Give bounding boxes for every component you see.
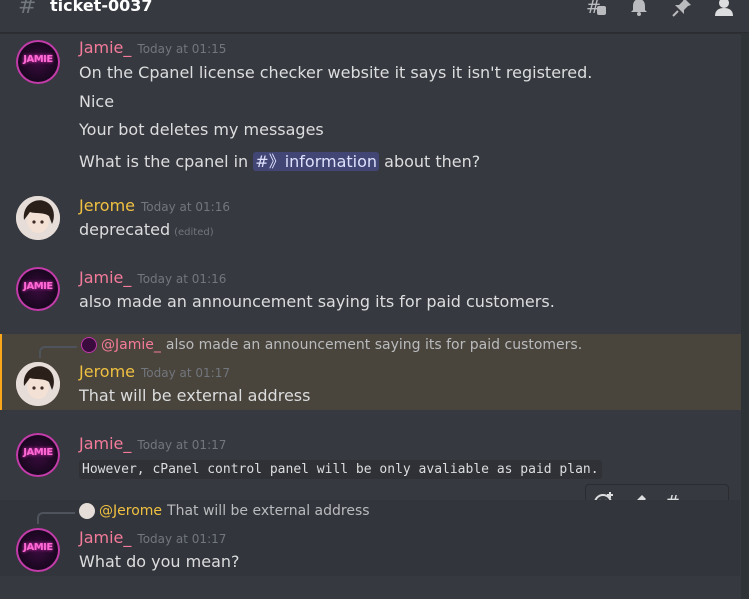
- reply-text: also made an announcement saying its for…: [165, 337, 583, 353]
- channel-name: ticket-0037: [50, 0, 153, 15]
- timestamp: Today at 01:16: [141, 200, 230, 214]
- message-text: Nice: [79, 92, 115, 111]
- message-author[interactable]: Jamie_ Today at 01:15: [79, 38, 226, 57]
- avatar[interactable]: JAMIE: [16, 267, 60, 311]
- author-name[interactable]: Jamie_: [79, 38, 131, 57]
- message-author[interactable]: Jerome Today at 01:16: [79, 196, 230, 215]
- reply-preview[interactable]: @Jerome That will be external address: [79, 503, 370, 519]
- author-name[interactable]: Jerome: [79, 196, 135, 215]
- timestamp: Today at 01:17: [141, 366, 230, 380]
- reply-author[interactable]: @Jerome: [99, 503, 162, 519]
- reply-preview[interactable]: @Jamie_ also made an announcement saying…: [81, 337, 582, 353]
- message-text: deprecated (edited): [79, 220, 214, 239]
- avatar-text: JAMIE: [23, 542, 53, 553]
- members-icon[interactable]: [713, 0, 737, 18]
- message-text: Your bot deletes my messages: [79, 120, 324, 139]
- text-segment: about then?: [379, 152, 481, 171]
- reply-avatar: [79, 503, 95, 519]
- channel-mention[interactable]: #》information: [253, 152, 380, 171]
- edited-label: (edited): [174, 227, 214, 238]
- avatar-text: JAMIE: [23, 447, 53, 458]
- highlighted-message: @Jamie_ also made an announcement saying…: [0, 334, 742, 410]
- message: JAMIE Jamie_ Today at 01:16 also made an …: [0, 266, 740, 318]
- message-author[interactable]: Jamie_ Today at 01:17: [79, 528, 226, 547]
- message: JAMIE Jamie_ Today at 01:17 However, cPan…: [0, 432, 740, 484]
- bell-icon[interactable]: [627, 0, 651, 18]
- reply-text: That will be external address: [167, 503, 370, 519]
- avatar[interactable]: JAMIE: [16, 433, 60, 477]
- avatar[interactable]: [16, 196, 60, 240]
- reply-spine: [39, 346, 77, 358]
- author-name[interactable]: Jamie_: [79, 268, 131, 287]
- timestamp: Today at 01:15: [137, 42, 227, 56]
- message-text: also made an announcement saying its for…: [79, 292, 555, 311]
- threads-icon[interactable]: #: [584, 0, 608, 18]
- channel-hash-icon: #: [18, 0, 37, 19]
- message: Jerome Today at 01:16 deprecated (edited): [0, 194, 740, 246]
- channel-header: # ticket-0037 #: [0, 0, 749, 33]
- author-name[interactable]: Jamie_: [79, 434, 131, 453]
- reply-avatar: [81, 337, 97, 353]
- text-segment: What is the cpanel in: [79, 152, 254, 171]
- reply-spine: [37, 512, 75, 524]
- jerome-avatar-image: [16, 196, 60, 240]
- avatar[interactable]: JAMIE: [16, 40, 60, 84]
- message-author[interactable]: Jerome Today at 01:17: [79, 362, 230, 381]
- avatar[interactable]: JAMIE: [16, 528, 60, 572]
- message-text: What do you mean?: [79, 552, 240, 571]
- avatar-text: JAMIE: [23, 54, 53, 65]
- pin-icon[interactable]: [670, 0, 694, 18]
- message-author[interactable]: Jamie_ Today at 01:17: [79, 434, 226, 453]
- avatar[interactable]: [16, 362, 60, 406]
- message: @Jerome That will be external address JA…: [0, 500, 740, 576]
- timestamp: Today at 01:17: [137, 532, 227, 546]
- message-text: However, cPanel control panel will be on…: [79, 458, 602, 479]
- reply-author[interactable]: @Jamie_: [101, 337, 161, 353]
- text-segment: deprecated: [79, 220, 171, 239]
- jerome-avatar-image: [16, 362, 60, 406]
- avatar-text: JAMIE: [23, 281, 53, 292]
- author-name[interactable]: Jerome: [79, 362, 135, 381]
- message-author[interactable]: Jamie_ Today at 01:16: [79, 268, 226, 287]
- timestamp: Today at 01:16: [137, 272, 227, 286]
- message-text: That will be external address: [79, 386, 311, 405]
- scrollbar-track[interactable]: [741, 33, 749, 599]
- message: JAMIE Jamie_ Today at 01:15 On the Cpanel…: [0, 36, 740, 176]
- inline-code: However, cPanel control panel will be on…: [79, 460, 602, 479]
- message-text: On the Cpanel license checker website it…: [79, 63, 593, 82]
- message-text: What is the cpanel in #》information abou…: [79, 148, 480, 172]
- timestamp: Today at 01:17: [137, 438, 227, 452]
- author-name[interactable]: Jamie_: [79, 528, 131, 547]
